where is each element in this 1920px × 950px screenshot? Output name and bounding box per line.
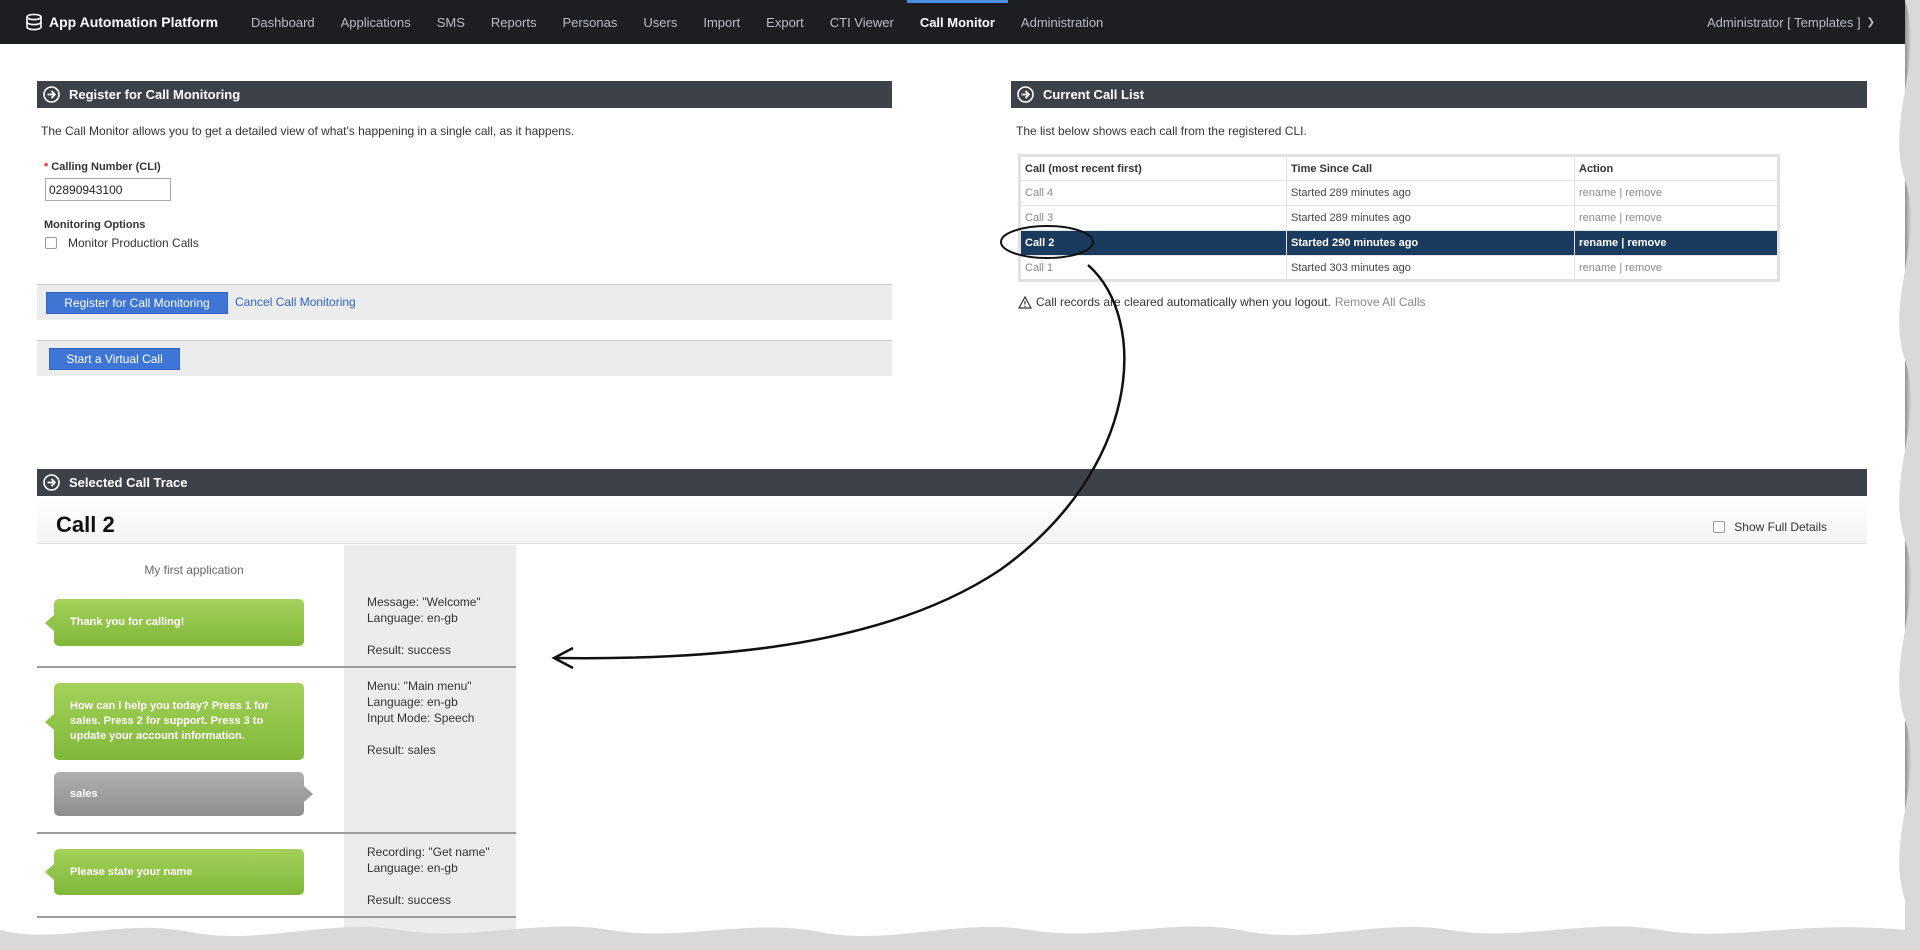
info-line: Recording: "Get name"	[367, 845, 490, 859]
column-header-time[interactable]: Time Since Call	[1286, 155, 1575, 181]
call-name[interactable]: Call 3	[1019, 205, 1287, 231]
prompt-bubble[interactable]: How can I help you today? Press 1 for sa…	[45, 683, 304, 760]
nav-users[interactable]: Users	[630, 0, 690, 44]
call-name[interactable]: Call 4	[1019, 180, 1287, 206]
table-row-selected[interactable]: Call 2 Started 290 minutes ago rename | …	[1019, 230, 1779, 256]
register-description: The Call Monitor allows you to get a det…	[41, 124, 575, 138]
prompt-bubble[interactable]: Thank you for calling!	[45, 599, 304, 646]
chevron-down-icon: ❯	[1866, 16, 1875, 28]
call-actions[interactable]: rename | remove	[1574, 205, 1779, 231]
call-time: Started 303 minutes ago	[1286, 255, 1575, 281]
arrow-circle-right-icon	[1017, 86, 1034, 103]
nav-cti-viewer[interactable]: CTI Viewer	[817, 0, 907, 44]
call-actions[interactable]: rename | remove	[1574, 255, 1779, 281]
cli-label: * Calling Number (CLI)	[44, 161, 161, 173]
required-mark: *	[44, 161, 49, 173]
info-line: Language: en-gb	[367, 861, 458, 875]
register-panel-header: Register for Call Monitoring	[37, 81, 892, 108]
info-line: Language: en-gb	[367, 695, 458, 709]
call-actions[interactable]: rename | remove	[1574, 230, 1779, 256]
column-header-call[interactable]: Call (most recent first)	[1019, 155, 1287, 181]
database-icon	[26, 13, 42, 31]
info-line: Input Mode: Speech	[367, 711, 475, 725]
show-full-details-label: Show Full Details	[1734, 520, 1827, 534]
nav-reports[interactable]: Reports	[478, 0, 550, 44]
cancel-monitoring-link[interactable]: Cancel Call Monitoring	[235, 295, 356, 309]
call-time: Started 289 minutes ago	[1286, 180, 1575, 206]
register-button[interactable]: Register for Call Monitoring	[46, 292, 228, 314]
nav-personas[interactable]: Personas	[549, 0, 630, 44]
table-row[interactable]: Call 1 Started 303 minutes ago rename | …	[1019, 255, 1779, 281]
response-bubble[interactable]: sales	[54, 772, 313, 816]
cli-input[interactable]	[45, 178, 171, 201]
arrow-circle-right-icon	[43, 86, 60, 103]
table-row[interactable]: Call 4 Started 289 minutes ago rename | …	[1019, 180, 1779, 206]
table-row[interactable]: Call 3 Started 289 minutes ago rename | …	[1019, 205, 1779, 231]
step-info: Message: "Welcome" Language: en-gb Resul…	[367, 594, 481, 658]
info-line: Message: "Welcome"	[367, 595, 481, 609]
page: App Automation Platform Dashboard Applic…	[0, 0, 1905, 950]
step-divider	[37, 832, 516, 834]
brand[interactable]: App Automation Platform	[25, 13, 218, 31]
call-list-panel-title: Current Call List	[1043, 87, 1145, 102]
nav-export[interactable]: Export	[753, 0, 817, 44]
user-menu-label: Administrator [ Templates ]	[1706, 14, 1861, 30]
call-actions[interactable]: rename | remove	[1574, 180, 1779, 206]
monitoring-options-label: Monitoring Options	[44, 219, 146, 231]
application-name: My first application	[144, 563, 244, 577]
trace-title-bar	[37, 496, 1867, 544]
trace-panel-title: Selected Call Trace	[69, 475, 188, 490]
step-divider	[37, 916, 516, 918]
trace-call-title: Call 2	[56, 512, 115, 537]
nav-applications[interactable]: Applications	[328, 0, 424, 44]
nav-call-monitor[interactable]: Call Monitor	[906, 0, 1009, 44]
info-line: Language: en-gb	[367, 611, 458, 625]
trace-panel-header: Selected Call Trace	[37, 469, 1867, 496]
register-panel-title: Register for Call Monitoring	[69, 87, 241, 102]
info-line: Result: success	[367, 893, 452, 907]
info-line: Result: sales	[367, 743, 436, 757]
nav-administration[interactable]: Administration	[1008, 0, 1116, 44]
info-line: Menu: "Main menu"	[367, 679, 472, 693]
call-time: Started 290 minutes ago	[1286, 230, 1575, 256]
top-nav: App Automation Platform Dashboard Applic…	[0, 0, 1905, 44]
cli-label-text: Calling Number (CLI)	[51, 161, 161, 173]
start-virtual-call-button[interactable]: Start a Virtual Call	[49, 348, 180, 370]
show-full-details-checkbox[interactable]	[1713, 521, 1726, 533]
warning-text: Call records are cleared automatically w…	[1036, 295, 1331, 309]
logout-warning: Call records are cleared automatically w…	[1018, 295, 1426, 309]
show-full-details-option[interactable]: Show Full Details	[1713, 520, 1827, 534]
call-list-panel-header: Current Call List	[1011, 81, 1867, 108]
remove-all-calls-link[interactable]: Remove All Calls	[1335, 295, 1426, 309]
arrow-circle-right-icon	[43, 474, 60, 491]
nav-import[interactable]: Import	[690, 0, 753, 44]
step-info: Recording: "Get name" Language: en-gb Re…	[367, 844, 490, 908]
monitor-production-label: Monitor Production Calls	[68, 236, 199, 250]
nav-sms[interactable]: SMS	[424, 0, 478, 44]
monitor-production-option[interactable]: Monitor Production Calls	[45, 236, 199, 250]
step-info: Menu: "Main menu" Language: en-gb Input …	[367, 678, 474, 758]
brand-name: App Automation Platform	[49, 14, 219, 30]
call-list-table: Call (most recent first) Time Since Call…	[1018, 154, 1780, 282]
call-list-description: The list below shows each call from the …	[1016, 124, 1307, 138]
call-time: Started 289 minutes ago	[1286, 205, 1575, 231]
prompt-bubble[interactable]: Please state your name	[45, 849, 304, 895]
table-header-row: Call (most recent first) Time Since Call…	[1019, 155, 1779, 181]
nav-dashboard[interactable]: Dashboard	[238, 0, 328, 44]
user-menu[interactable]: Administrator [ Templates ] ❯	[1707, 0, 1875, 44]
step-divider	[37, 666, 516, 668]
call-name[interactable]: Call 2	[1019, 230, 1287, 256]
call-name[interactable]: Call 1	[1019, 255, 1287, 281]
monitor-production-checkbox[interactable]	[45, 237, 57, 249]
column-header-action: Action	[1574, 155, 1779, 181]
info-line: Result: success	[367, 643, 452, 657]
warning-icon	[1018, 295, 1032, 309]
